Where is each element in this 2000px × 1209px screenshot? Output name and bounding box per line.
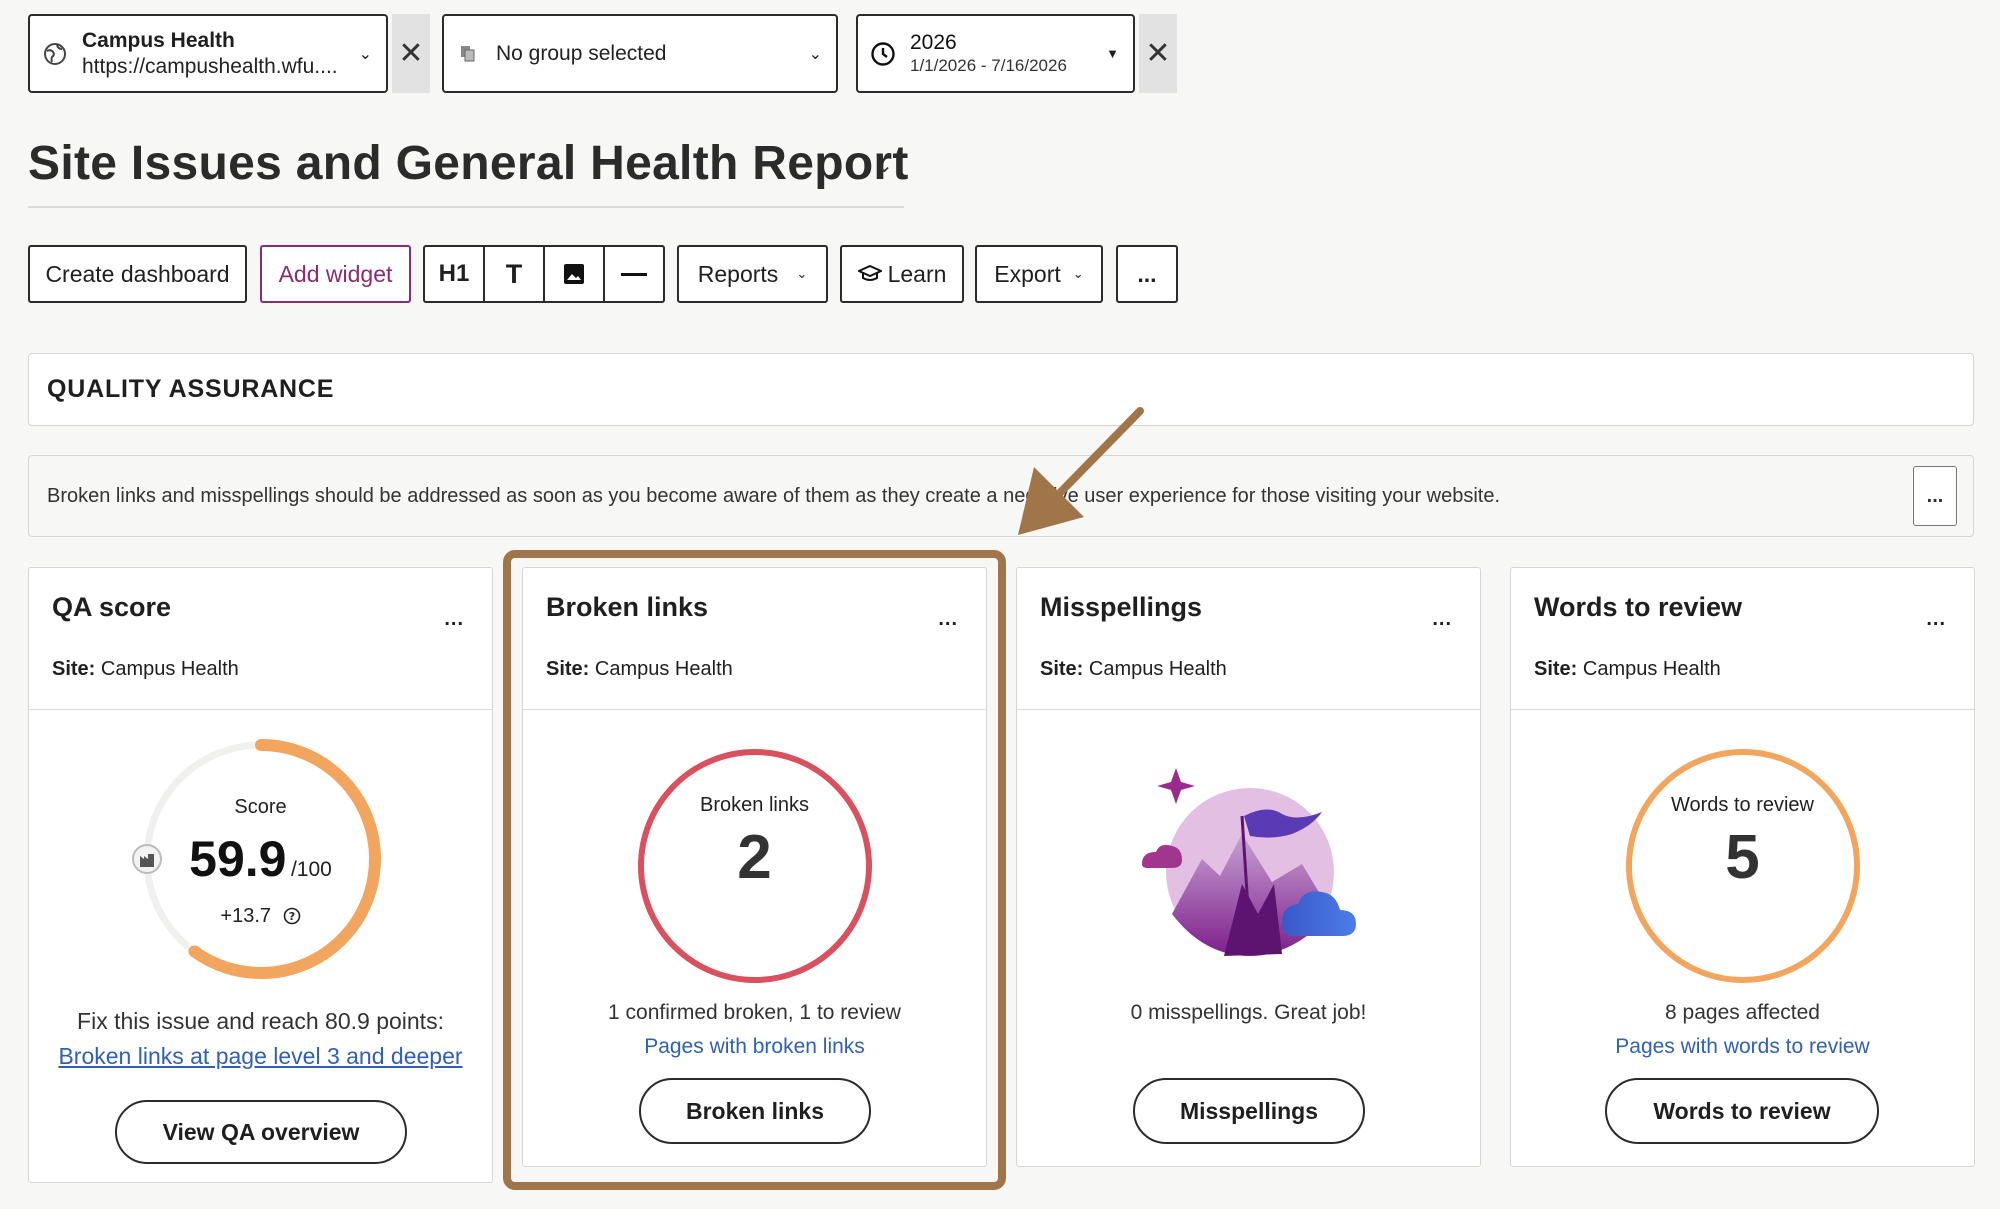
- annotation-arrow: [1018, 407, 1144, 535]
- words-to-review-button[interactable]: Words to review: [1605, 1078, 1879, 1144]
- site-label: Site:: [1534, 658, 1578, 680]
- highlight-box: [503, 550, 1006, 1190]
- score-display: 59.9 /100: [29, 830, 492, 888]
- mountain-flag-illustration: [1142, 768, 1356, 956]
- chevron-down-icon: ⌄: [1072, 266, 1084, 281]
- widget-title: Misspellings: [1040, 592, 1203, 622]
- heading-button[interactable]: H1: [425, 247, 485, 301]
- words-to-review-count: 5: [1725, 823, 1760, 892]
- create-dashboard-button[interactable]: Create dashboard: [28, 245, 247, 303]
- widget-more-button[interactable]: ...: [1432, 608, 1452, 631]
- export-label: Export: [994, 260, 1061, 287]
- score-delta: +13.7 ?: [29, 905, 492, 928]
- qa-score-widget: QA score ... Site: Campus Health Score 5…: [28, 567, 493, 1183]
- export-dropdown[interactable]: Export ⌄: [975, 245, 1103, 303]
- learn-button[interactable]: Learn: [840, 245, 964, 303]
- date-range: 1/1/2026 - 7/16/2026: [910, 56, 1067, 75]
- score-value: 59.9: [189, 831, 287, 887]
- page-title: Site Issues and General Health Report: [28, 137, 909, 190]
- misspellings-widget: Misspellings ... Site: Campus Health 0 m…: [1016, 567, 1481, 1167]
- chevron-down-icon: ⌄: [796, 266, 808, 281]
- svg-text:?: ?: [288, 910, 294, 923]
- help-icon[interactable]: ?: [283, 907, 301, 925]
- note-more-button[interactable]: ...: [1913, 466, 1957, 526]
- chevron-down-icon: ⌄: [808, 45, 822, 63]
- widget-site: Site: Campus Health: [1534, 658, 1721, 681]
- widget-title: QA score: [52, 592, 172, 622]
- add-widget-button[interactable]: Add widget: [260, 245, 411, 303]
- widget-site: Site: Campus Health: [1040, 658, 1227, 681]
- fix-text: Fix this issue and reach 80.9 points:: [77, 1008, 444, 1034]
- image-icon: [564, 264, 584, 284]
- insert-toolbar: H1 T: [423, 245, 665, 303]
- widget-title: Words to review: [1534, 592, 1743, 622]
- pages-affected: 8 pages affected: [1665, 1001, 1820, 1024]
- reports-label: Reports: [697, 260, 779, 287]
- learn-label: Learn: [887, 260, 947, 287]
- reports-dropdown[interactable]: Reports ⌄: [677, 245, 828, 303]
- site-label: Site:: [1040, 658, 1084, 680]
- globe-icon: [42, 41, 68, 67]
- text-button[interactable]: T: [485, 247, 545, 301]
- score-label: Score: [234, 796, 287, 818]
- misspellings-button[interactable]: Misspellings: [1133, 1078, 1365, 1144]
- title-chevron-icon[interactable]: ⌄: [876, 153, 893, 178]
- misspellings-summary: 0 misspellings. Great job!: [1130, 1001, 1367, 1024]
- view-qa-overview-button[interactable]: View QA overview: [115, 1100, 407, 1164]
- title-divider: [28, 206, 904, 208]
- date-filter[interactable]: 2026 1/1/2026 - 7/16/2026 ▼: [856, 14, 1135, 93]
- words-to-review-widget: Words to review ... Site: Campus Health …: [1510, 567, 1975, 1167]
- group-icon: [456, 41, 482, 67]
- widget-more-button[interactable]: ...: [444, 608, 464, 631]
- widget-site: Site: Campus Health: [52, 658, 239, 681]
- site-url: https://campushealth.wfu....: [82, 54, 338, 78]
- ring-label: Words to review: [1670, 794, 1814, 816]
- fix-link[interactable]: Broken links at page level 3 and deeper: [58, 1043, 462, 1069]
- site-name: Campus Health: [82, 28, 235, 52]
- clear-site-button[interactable]: ✕: [392, 14, 430, 93]
- image-button[interactable]: [545, 247, 605, 301]
- site-value: Campus Health: [1582, 658, 1721, 680]
- caret-down-icon: ▼: [1106, 46, 1119, 61]
- score-delta-value: +13.7: [220, 905, 272, 927]
- graduation-cap-icon: [857, 264, 882, 281]
- divider-button[interactable]: [605, 247, 663, 301]
- group-filter[interactable]: No group selected ⌄: [442, 14, 838, 93]
- pages-with-words-link[interactable]: Pages with words to review: [1615, 1035, 1869, 1058]
- site-filter[interactable]: Campus Health https://campushealth.wfu..…: [28, 14, 388, 93]
- chevron-down-icon: ⌄: [358, 45, 372, 63]
- group-label: No group selected: [496, 41, 667, 65]
- site-label: Site:: [52, 658, 96, 680]
- score-max: /100: [290, 858, 332, 881]
- more-options-button[interactable]: ...: [1116, 245, 1178, 303]
- site-value: Campus Health: [100, 658, 239, 680]
- site-value: Campus Health: [1088, 658, 1227, 680]
- widget-more-button[interactable]: ...: [1926, 608, 1946, 631]
- section-note-text: Broken links and misspellings should be …: [47, 484, 1501, 507]
- divider-icon: [621, 273, 647, 276]
- clock-icon: [870, 41, 896, 67]
- clear-date-button[interactable]: ✕: [1139, 14, 1177, 93]
- date-year: 2026: [910, 31, 957, 54]
